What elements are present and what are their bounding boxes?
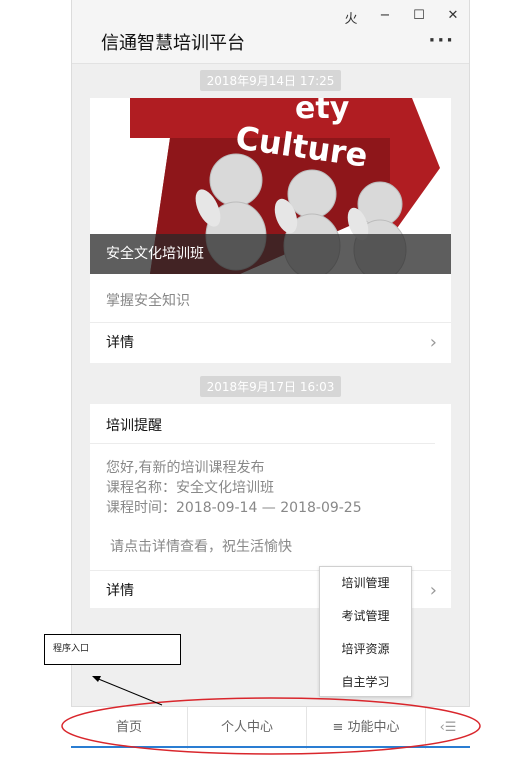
window-controls: ⽕ − ☐ ✕: [343, 8, 461, 27]
timestamp-badge: 2018年9月17日 16:03: [72, 376, 469, 397]
reminder-body: 您好,有新的培训课程发布 课程名称：安全文化培训班 课程时间：2018-09-1…: [90, 444, 451, 526]
tab-home[interactable]: 首页: [71, 707, 188, 749]
menu-item-exam-management[interactable]: 考试管理: [320, 600, 411, 633]
menu-item-self-study[interactable]: 自主学习: [320, 666, 411, 699]
details-label: 详情: [106, 335, 134, 351]
pin-icon[interactable]: ⽕: [343, 8, 359, 27]
page-title: 信通智慧培训平台: [101, 33, 245, 54]
chevron-right-icon: ›: [429, 332, 437, 353]
annotation-label: 程序入口: [53, 644, 90, 654]
menu-icon: ≡: [332, 720, 344, 735]
tab-bar-accent-line: [71, 746, 470, 748]
image-caption: 安全文化培训班: [90, 234, 451, 274]
more-options-button[interactable]: ···: [428, 30, 455, 51]
reminder-note: 请点击详情查看，祝生活愉快: [110, 539, 292, 555]
close-button[interactable]: ✕: [445, 8, 461, 27]
chevron-right-icon: ›: [429, 580, 437, 601]
title-bar: ⽕ − ☐ ✕ 信通智慧培训平台 ···: [72, 0, 469, 64]
card-summary: 掌握安全知识: [90, 274, 451, 323]
reminder-heading: 培训提醒: [90, 404, 435, 444]
bottom-tab-bar: 首页 个人中心 ≡ 功能中心 ‹☰: [71, 706, 470, 749]
menu-item-resources[interactable]: 培评资源: [320, 633, 411, 666]
tab-functions-label: 功能中心: [347, 720, 400, 735]
reminder-line: 课程名称：安全文化培训班: [106, 480, 274, 496]
minimize-button[interactable]: −: [377, 8, 393, 27]
maximize-button[interactable]: ☐: [411, 8, 427, 27]
hero-image: ety Culture 安全文化培训班: [90, 98, 451, 274]
tab-functions[interactable]: ≡ 功能中心: [307, 707, 426, 749]
keyboard-toggle-icon[interactable]: ‹☰: [426, 707, 470, 749]
menu-item-training-management[interactable]: 培训管理: [320, 567, 411, 600]
annotation-label-box: 程序入口: [44, 634, 181, 665]
reminder-line: 课程时间：2018-09-14 — 2018-09-25: [106, 500, 362, 516]
image-text-ety: ety: [295, 98, 350, 126]
details-label: 详情: [106, 583, 134, 599]
function-menu-popup: 培训管理 考试管理 培评资源 自主学习: [319, 566, 412, 697]
details-link[interactable]: 详情 ›: [90, 323, 451, 363]
news-card[interactable]: ety Culture 安全文化培训班 掌握安全知识 详情 ›: [90, 98, 451, 363]
timestamp-badge: 2018年9月14日 17:25: [72, 70, 469, 91]
reminder-line: 您好,有新的培训课程发布: [106, 460, 265, 476]
tab-profile[interactable]: 个人中心: [188, 707, 307, 749]
